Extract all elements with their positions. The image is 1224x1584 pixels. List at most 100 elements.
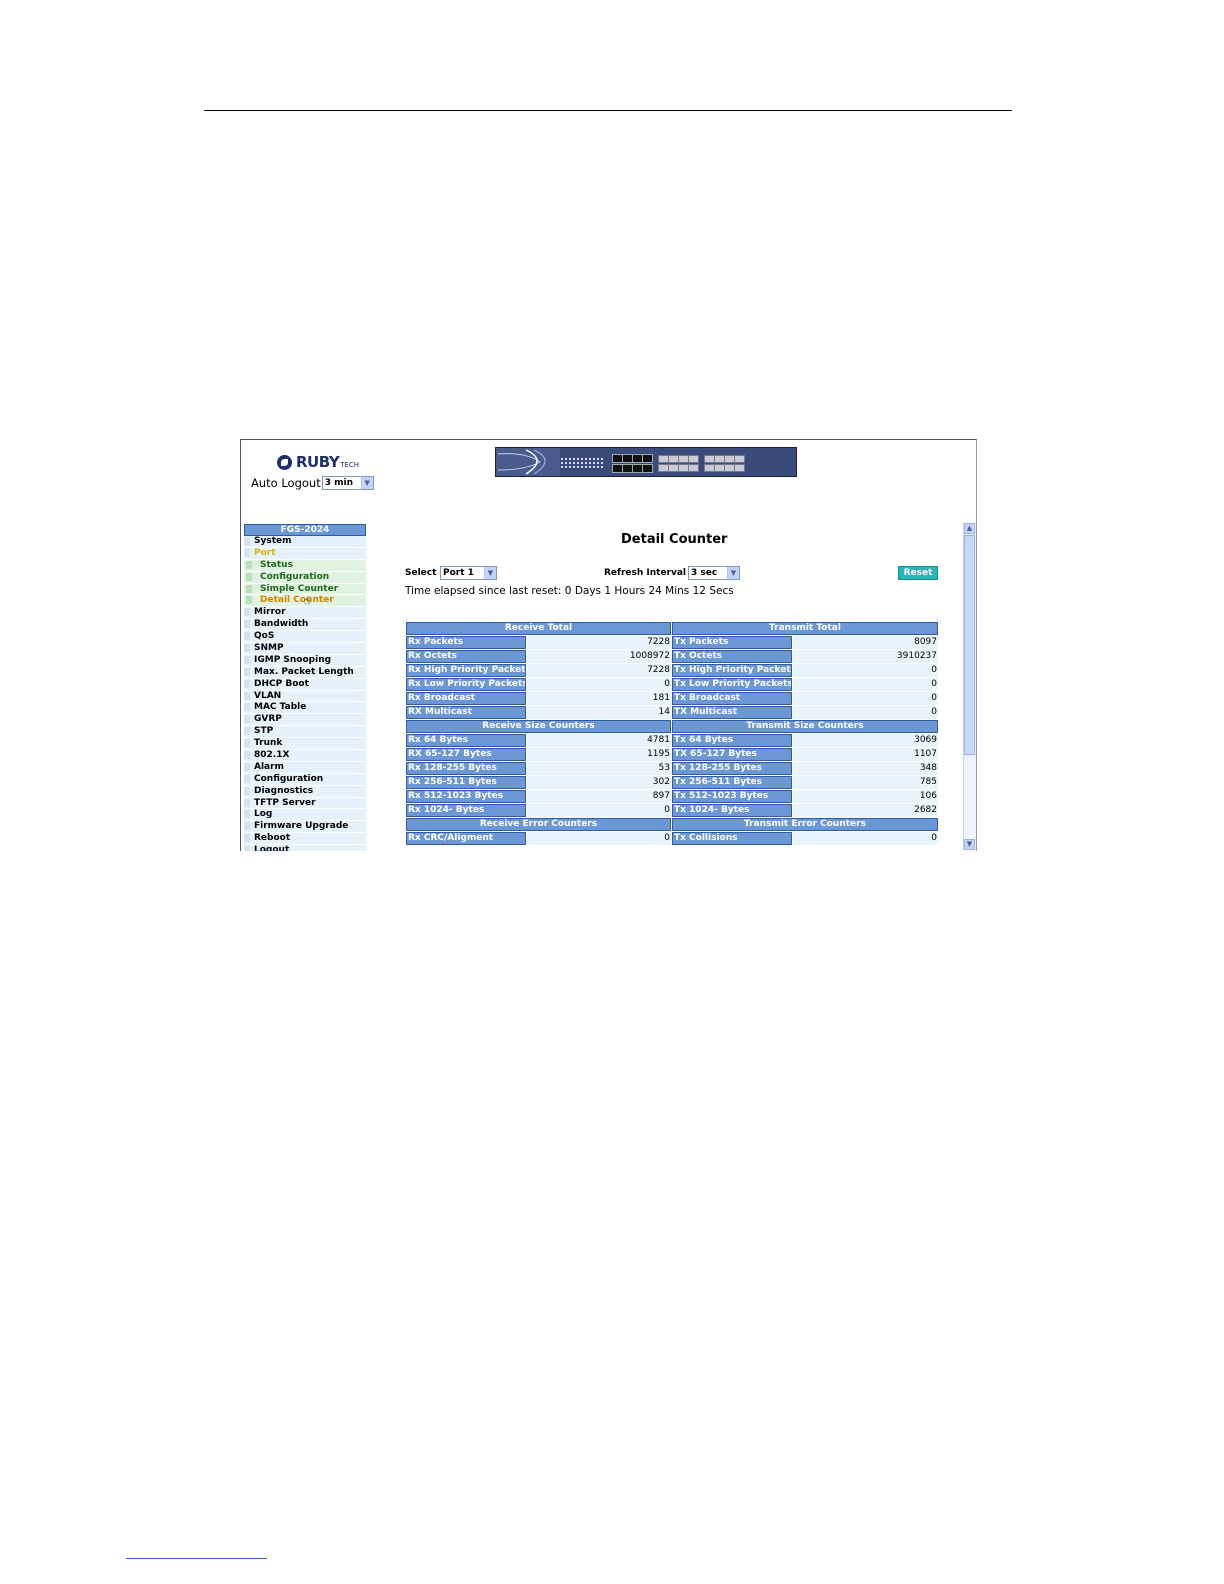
reset-button[interactable]: Reset — [898, 566, 938, 580]
logo-text: RUBY — [296, 453, 340, 471]
vertical-scrollbar[interactable]: ▲ ▼ — [963, 523, 976, 850]
section-header: Transmit Size Counters — [671, 720, 938, 733]
counter-label: Tx 256-511 Bytes — [671, 776, 793, 789]
chevron-down-icon: ▼ — [360, 477, 373, 489]
counter-label: Tx 512-1023 Bytes — [671, 790, 793, 803]
refresh-interval-select[interactable]: 3 sec ▼ — [688, 566, 740, 580]
counter-label: Rx 128-255 Bytes — [406, 762, 527, 775]
counter-value: 0 — [527, 678, 671, 691]
sidebar-item-log[interactable]: Log — [244, 809, 366, 822]
counter-label: Rx 512-1023 Bytes — [406, 790, 527, 803]
auto-logout-select[interactable]: 3 min ▼ — [321, 476, 374, 490]
table-row: RX Multicast 14 TX Multicast 0 — [406, 706, 938, 719]
counter-label: RX Multicast — [406, 706, 527, 719]
sidebar-item-detail-counter[interactable]: Detail Counter ☝ — [244, 595, 366, 608]
sidebar-item-snmp[interactable]: SNMP — [244, 643, 366, 655]
table-row: Rx 512-1023 Bytes 897 Tx 512-1023 Bytes 106 — [406, 790, 938, 803]
sidebar-item-alarm[interactable]: Alarm — [244, 761, 366, 774]
counter-label: Rx 256-511 Bytes — [406, 776, 527, 789]
counter-label: Rx CRC/Aligment — [406, 832, 527, 845]
sidebar-item-max-packet-length[interactable]: Max. Packet Length — [244, 666, 366, 679]
sidebar-item-label: MAC Table — [254, 702, 307, 713]
sfp-ports-group-1 — [658, 455, 699, 472]
header-rule — [204, 110, 1012, 111]
section-header-row: Receive Total Transmit Total — [406, 622, 938, 635]
counter-value: 2682 — [793, 804, 938, 817]
section-header: Receive Error Counters — [406, 818, 671, 831]
footer-rule — [126, 1558, 267, 1559]
sidebar-item-mirror[interactable]: Mirror — [244, 607, 366, 620]
counter-label: Rx High Priority Packets — [406, 664, 527, 677]
sidebar-item-label: Bandwidth — [254, 619, 309, 630]
counter-label: Rx Packets — [406, 636, 527, 649]
counter-label: Tx 64 Bytes — [671, 734, 793, 747]
section-header-row: Receive Size Counters Transmit Size Count… — [406, 720, 938, 733]
table-row: Rx Packets 7228 Tx Packets 8097 — [406, 636, 938, 649]
sidebar-item-configuration[interactable]: Configuration — [244, 773, 366, 786]
sidebar-item-gvrp[interactable]: GVRP — [244, 714, 366, 727]
sidebar-item-label: Configuration — [260, 571, 330, 582]
panel-swoosh — [496, 448, 560, 476]
sidebar-item-label: Log — [254, 809, 273, 820]
table-row: Rx Octets 1008972 Tx Octets 3910237 — [406, 650, 938, 663]
table-row: Rx 256-511 Bytes 302 Tx 256-511 Bytes 785 — [406, 776, 938, 789]
table-row: RX 65-127 Bytes 1195 TX 65-127 Bytes 1107 — [406, 748, 938, 761]
sidebar-item-firmware-upgrade[interactable]: Firmware Upgrade — [244, 821, 366, 834]
sidebar-item-tftp-server[interactable]: TFTP Server — [244, 797, 366, 810]
rubytech-logo: RUBY TECH — [277, 452, 359, 472]
sidebar-item-label: Max. Packet Length — [254, 666, 354, 677]
counter-label: TX 65-127 Bytes — [671, 748, 793, 761]
sidebar-item-802-1x[interactable]: 802.1X — [244, 750, 366, 762]
counter-label: Tx Broadcast — [671, 692, 793, 705]
counter-value: 1008972 — [527, 650, 671, 663]
refresh-interval-label: Refresh Interval — [604, 568, 687, 578]
port-select[interactable]: Port 1 ▼ — [440, 566, 497, 580]
sidebar-item-label: Diagnostics — [254, 785, 314, 796]
sidebar-item-label: TFTP Server — [254, 797, 316, 808]
auto-logout: Auto Logout 3 min ▼ — [251, 476, 374, 490]
scroll-down-icon[interactable]: ▼ — [964, 839, 975, 850]
counter-value: 0 — [793, 832, 938, 845]
sidebar-item-igmp-snooping[interactable]: IGMP Snooping — [244, 654, 366, 667]
sidebar-item-reboot[interactable]: Reboot — [244, 833, 366, 846]
table-row: Rx Low Priority Packets 0 Tx Low Priority … — [406, 678, 938, 691]
sidebar-item-label: Configuration — [254, 773, 324, 784]
logo-suffix: TECH — [340, 461, 360, 469]
counter-label: TX Multicast — [671, 706, 793, 719]
counter-value: 14 — [527, 706, 671, 719]
counter-label: Tx Low Priority Packets — [671, 678, 793, 691]
scroll-up-icon[interactable]: ▲ — [964, 523, 975, 534]
sidebar-item-stp[interactable]: STP — [244, 726, 366, 739]
sidebar-title: FGS-2024 — [244, 524, 366, 536]
counter-value: 785 — [793, 776, 938, 789]
sidebar-item-label: Firmware Upgrade — [254, 821, 349, 832]
sidebar-item-trunk[interactable]: Trunk — [244, 738, 366, 751]
sidebar-item-port[interactable]: Port — [244, 547, 366, 560]
table-row: Rx CRC/Aligment 0 Tx Collisions 0 — [406, 832, 938, 845]
counter-value: 0 — [527, 832, 671, 845]
counter-value: 1107 — [793, 748, 938, 761]
sidebar-item-status[interactable]: Status — [244, 559, 366, 572]
counter-label: RX 65-127 Bytes — [406, 748, 527, 761]
sidebar-item-logout[interactable]: Logout — [244, 845, 366, 851]
sidebar-item-qos[interactable]: QoS — [244, 631, 366, 644]
table-row: Rx 64 Bytes 4781 Tx 64 Bytes 3069 — [406, 734, 938, 747]
sidebar-item-mac-table[interactable]: MAC Table — [244, 702, 366, 715]
counter-value: 1195 — [527, 748, 671, 761]
sidebar-item-label: Reboot — [254, 833, 291, 844]
counter-value: 3069 — [793, 734, 938, 747]
sidebar-item-system[interactable]: System — [244, 536, 366, 548]
sidebar-item-bandwidth[interactable]: Bandwidth — [244, 619, 366, 632]
counters-table: Receive Total Transmit Total Rx Packets 722… — [405, 621, 939, 846]
sidebar-item-dhcp-boot[interactable]: DHCP Boot — [244, 678, 366, 691]
sidebar-item-label: Logout — [254, 845, 290, 851]
counter-value: 3910237 — [793, 650, 938, 663]
scroll-thumb[interactable] — [964, 535, 975, 755]
counter-label: Rx Octets — [406, 650, 527, 663]
sidebar-item-diagnostics[interactable]: Diagnostics — [244, 785, 366, 798]
counter-value: 0 — [527, 804, 671, 817]
sidebar-item-vlan[interactable]: VLAN — [244, 690, 366, 703]
sfp-ports-group-2 — [704, 455, 745, 472]
sidebar-item-configuration[interactable]: Configuration — [244, 571, 366, 584]
sidebar-item-label: Port — [254, 547, 276, 558]
